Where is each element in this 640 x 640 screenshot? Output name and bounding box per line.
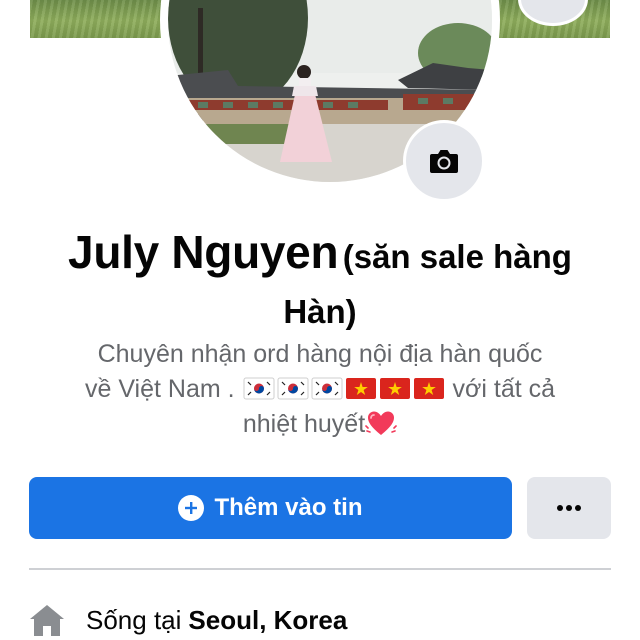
avatar-camera-button[interactable] — [403, 120, 485, 202]
vietnam-flag-icon — [379, 378, 410, 399]
plus-circle-icon — [178, 495, 205, 521]
lives-in-prefix: Sống tại — [86, 604, 182, 635]
south-korea-flag-icon — [243, 377, 275, 400]
south-korea-flag-icon — [277, 377, 309, 400]
profile-name-suffix: (săn sale hàng — [342, 238, 572, 275]
bio-line-2-start: về Việt Nam . — [84, 375, 235, 403]
camera-icon — [430, 150, 458, 173]
more-options-button[interactable] — [527, 477, 611, 539]
add-to-story-label: Thêm vào tin — [214, 494, 363, 521]
beating-heart-icon — [365, 411, 397, 435]
section-divider — [29, 568, 611, 570]
bio-line-2-end: với tất cả — [452, 375, 556, 403]
cover-camera-button[interactable] — [518, 0, 588, 26]
profile-bio: Chuyên nhận ord hàng nội địa hàn quốc về… — [50, 337, 590, 442]
add-to-story-button[interactable]: Thêm vào tin — [29, 477, 512, 539]
profile-name: July Nguyen (săn sale hàng Hàn) — [40, 228, 600, 343]
profile-name-main: July Nguyen — [68, 226, 339, 278]
lives-in-row: Sống tại Seoul, Korea — [28, 600, 347, 640]
more-dots-icon — [557, 505, 581, 511]
vietnam-flag-icon — [345, 378, 376, 399]
lives-in-place[interactable]: Seoul, Korea — [188, 605, 347, 636]
profile-name-suffix-2: Hàn) — [283, 293, 357, 330]
bio-line-1: Chuyên nhận ord hàng nội địa hàn quốc — [97, 340, 543, 368]
vietnam-flag-icon — [413, 378, 444, 399]
bio-line-3: nhiệt huyết — [242, 410, 366, 438]
south-korea-flag-icon — [311, 377, 343, 400]
home-icon — [30, 605, 64, 636]
